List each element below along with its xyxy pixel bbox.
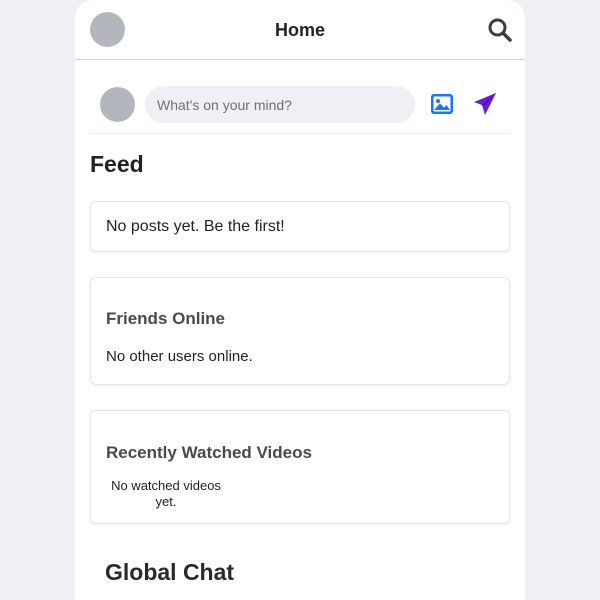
page-title: Home	[274, 20, 325, 40]
composer-avatar	[100, 87, 135, 122]
image-icon[interactable]	[430, 93, 454, 115]
feed-empty-card: No posts yet. Be the first!	[90, 201, 510, 252]
app-screen: Home Feed No posts yet. Be the first! Fr…	[75, 0, 525, 600]
post-composer	[90, 72, 510, 134]
search-icon[interactable]	[487, 17, 513, 43]
recent-videos-card: Recently Watched Videos No watched video…	[90, 410, 510, 524]
recent-videos-empty-message: No watched videos yet.	[111, 478, 221, 509]
recent-videos-title: Recently Watched Videos	[106, 443, 312, 462]
global-chat-heading: Global Chat	[105, 559, 235, 585]
friends-online-card: Friends Online No other users online.	[90, 277, 510, 385]
feed-heading: Feed	[90, 151, 144, 177]
send-icon[interactable]	[472, 91, 498, 117]
top-header: Home	[75, 0, 525, 60]
feed-empty-message: No posts yet. Be the first!	[106, 218, 285, 235]
post-input[interactable]	[145, 86, 415, 123]
friends-online-title: Friends Online	[106, 309, 226, 328]
friends-online-empty-message: No other users online.	[106, 348, 253, 365]
